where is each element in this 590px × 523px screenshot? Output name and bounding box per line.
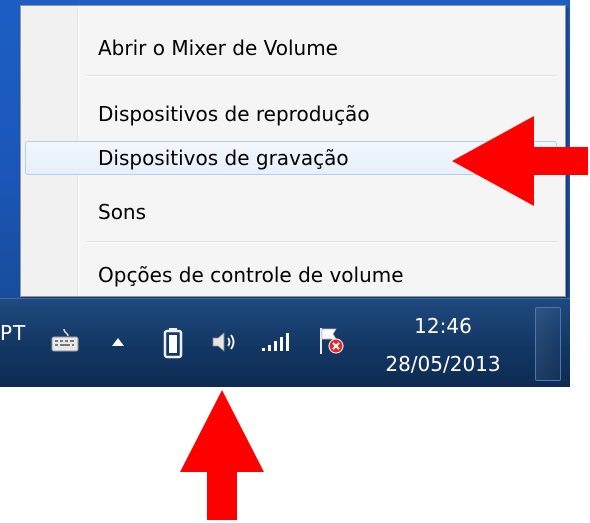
menu-separator <box>87 241 557 243</box>
clock-time: 12:46 <box>414 314 472 338</box>
menu-item-label: Dispositivos de reprodução <box>98 102 370 126</box>
taskbar: PT 12:46 28/05/2013 <box>0 298 570 387</box>
menu-item-open-volume-mixer[interactable]: Abrir o Mixer de Volume <box>25 31 557 65</box>
menu-item-label: Dispositivos de gravação <box>98 146 349 170</box>
arrow-pointing-up <box>180 390 264 520</box>
menu-item-label: Abrir o Mixer de Volume <box>98 36 338 60</box>
action-center-flag-icon[interactable] <box>317 326 345 356</box>
menu-item-volume-control-options[interactable]: Opções de controle de volume <box>25 258 557 292</box>
language-indicator[interactable]: PT <box>0 321 26 345</box>
show-hidden-icons-icon[interactable] <box>110 335 126 349</box>
menu-item-label: Opções de controle de volume <box>98 263 404 287</box>
clock-date: 28/05/2013 <box>385 352 501 376</box>
screenshot: Abrir o Mixer de Volume Dispositivos de … <box>0 0 590 523</box>
network-signal-icon[interactable] <box>260 331 292 353</box>
battery-icon[interactable] <box>162 327 184 359</box>
arrow-pointing-left <box>452 116 588 206</box>
menu-separator <box>87 75 557 77</box>
system-clock[interactable]: 12:46 28/05/2013 <box>378 313 508 379</box>
show-desktop-button[interactable] <box>535 307 561 381</box>
speaker-icon[interactable] <box>210 329 240 355</box>
keyboard-icon[interactable] <box>50 327 80 355</box>
menu-item-label: Sons <box>98 200 147 224</box>
